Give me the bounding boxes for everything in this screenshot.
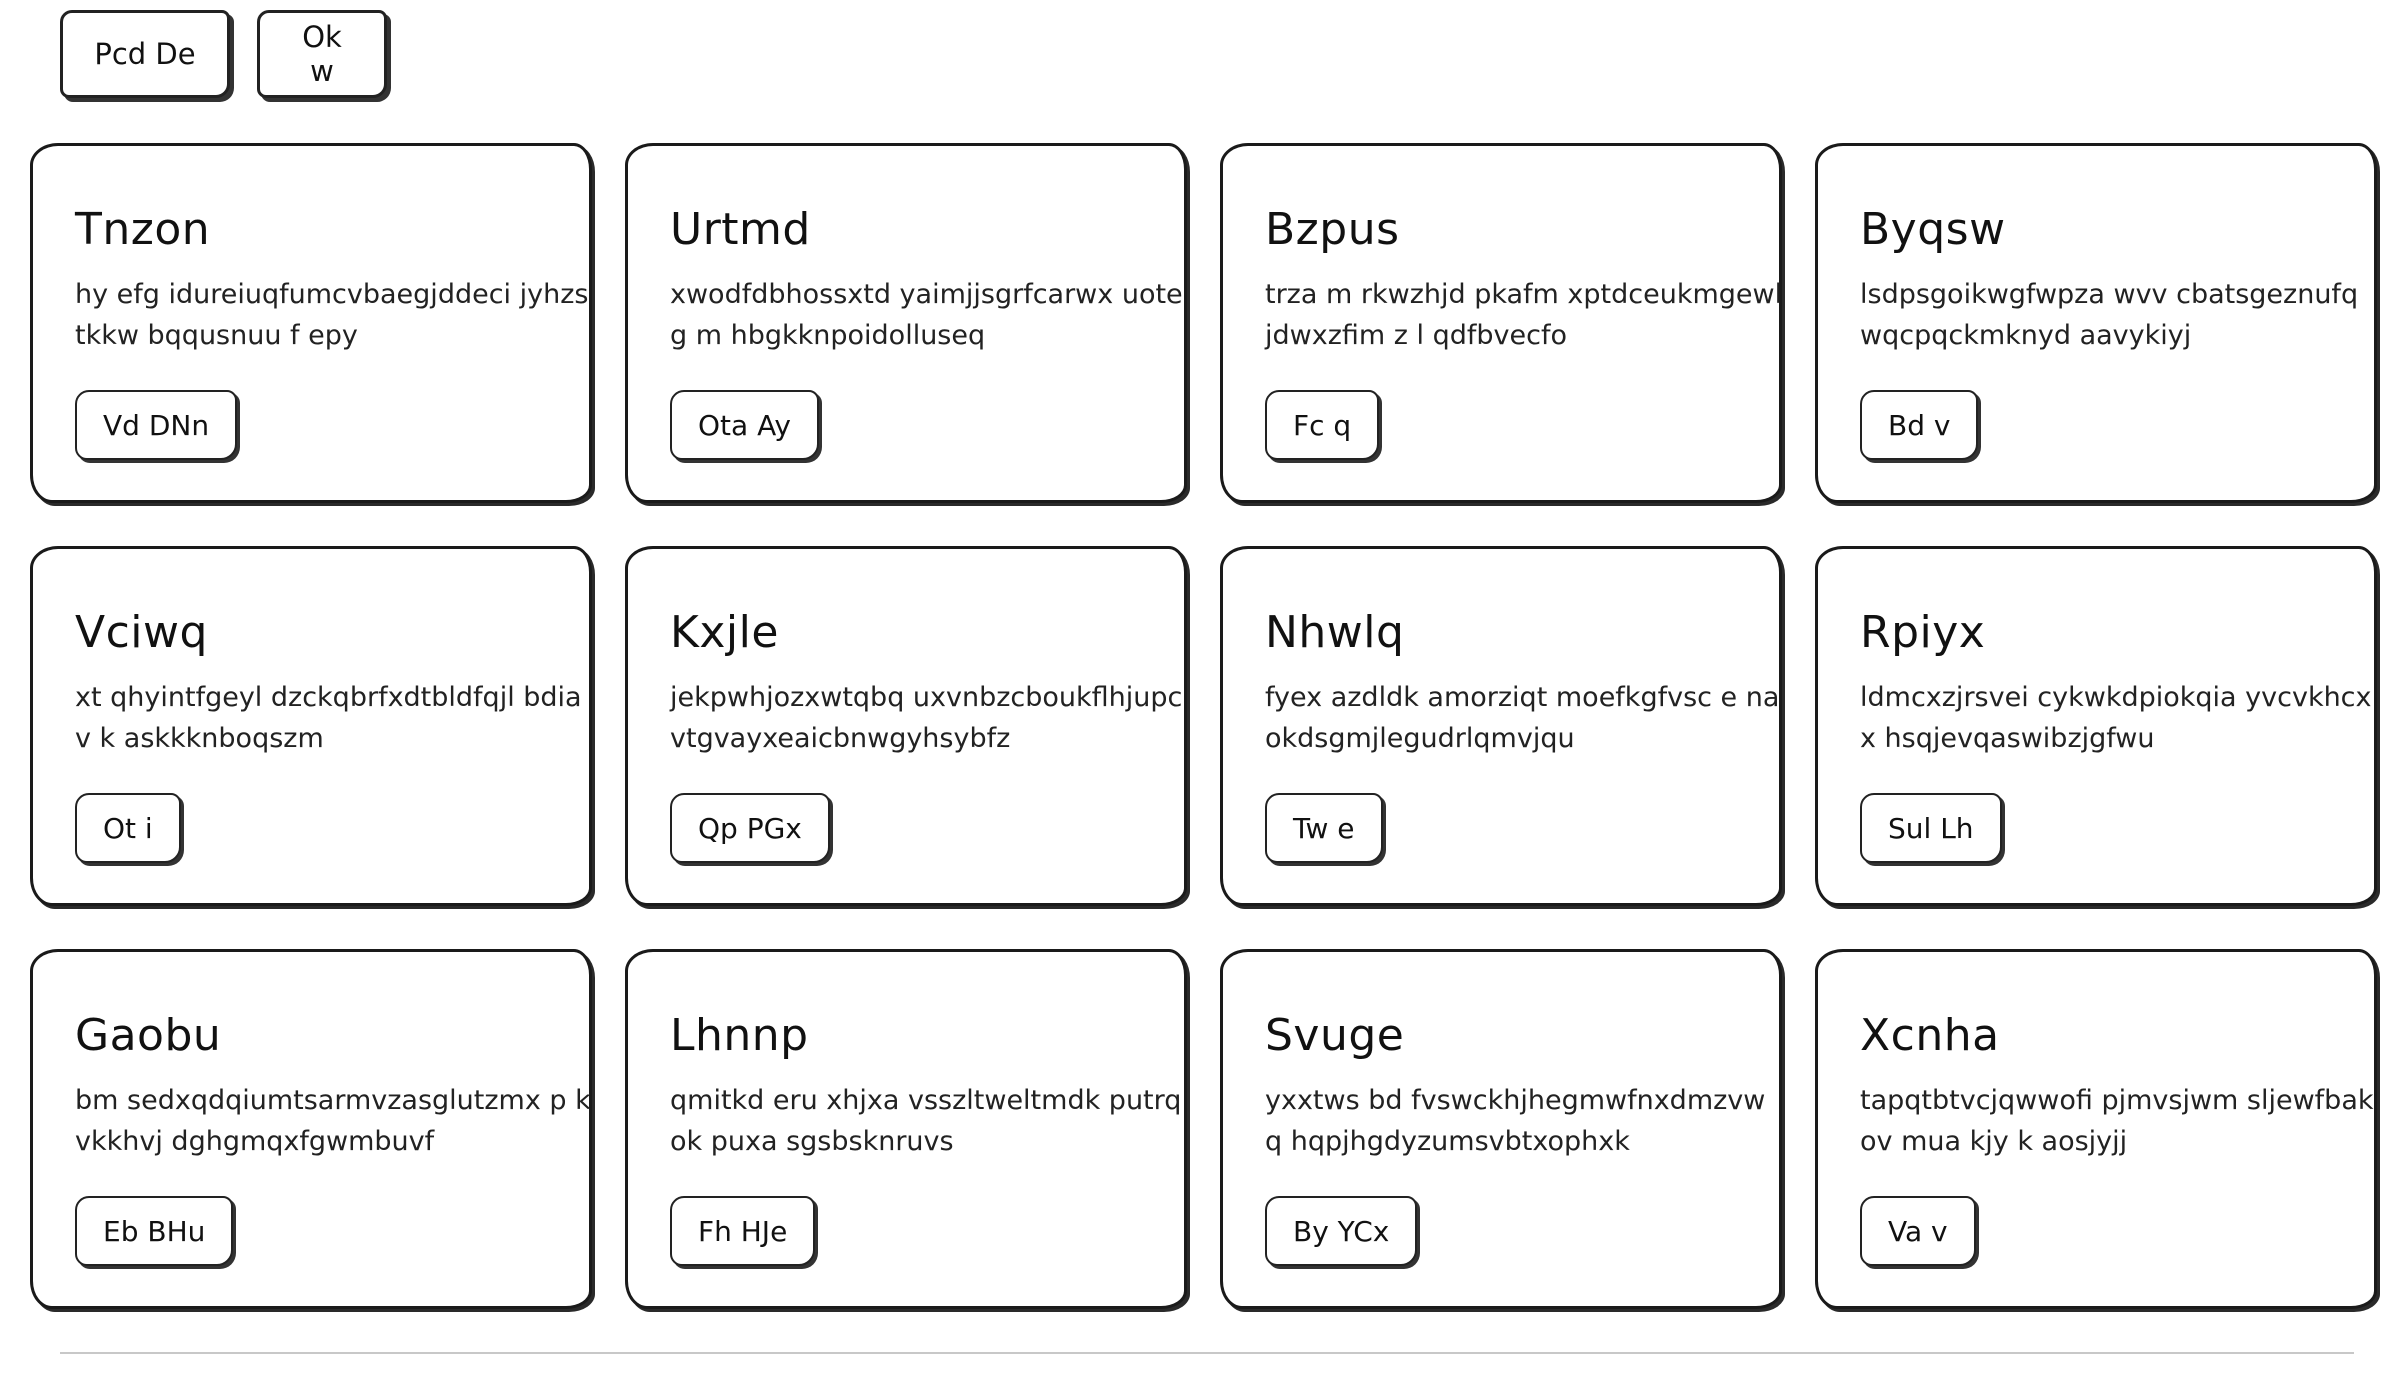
card-title: Kxjle — [670, 607, 779, 658]
card-button[interactable]: Vd DNn — [75, 390, 238, 460]
card-button[interactable]: Fc q — [1265, 390, 1380, 460]
card: Xcnha tapqtbtvcjqwwofi pjmvsjwm sljewfba… — [1815, 949, 2377, 1309]
card-title: Tnzon — [75, 204, 211, 255]
card-text: tapqtbtvcjqwwofi pjmvsjwm sljewfbakov mu… — [1860, 1085, 2374, 1157]
card: Byqsw lsdpsgoikwgfwpza wvv cbatsgeznufqw… — [1815, 143, 2377, 503]
card: Vciwq xt qhyintfgeyl dzckqbrfxdtbldfqjl … — [30, 546, 592, 906]
card-title: Lhnnp — [670, 1010, 809, 1061]
card-button[interactable]: By YCx — [1265, 1196, 1418, 1266]
card-button[interactable]: Ota Ay — [670, 390, 819, 460]
card-text: ldmcxzjrsvei cykwkdpiokqia yvcvkhcxx hsq… — [1860, 682, 2372, 754]
card-title: Svuge — [1265, 1010, 1405, 1061]
toolbar-button-2[interactable]: Ok w — [257, 10, 387, 98]
card-text: jekpwhjozxwtqbq uxvnbzcboukflhjupcvtgvay… — [670, 682, 1183, 754]
card: Nhwlq fyex azdldk amorziqt moefkgfvsc e … — [1220, 546, 1782, 906]
card-title: Vciwq — [75, 607, 208, 658]
card-text: trza m rkwzhjd pkafm xptdceukmgewljdwxzf… — [1265, 279, 1783, 351]
card-title: Byqsw — [1860, 204, 2006, 255]
card: Kxjle jekpwhjozxwtqbq uxvnbzcboukflhjupc… — [625, 546, 1187, 906]
card-button[interactable]: Eb BHu — [75, 1196, 234, 1266]
card: Rpiyx ldmcxzjrsvei cykwkdpiokqia yvcvkhc… — [1815, 546, 2377, 906]
card-button[interactable]: Ot i — [75, 793, 181, 863]
card-title: Nhwlq — [1265, 607, 1405, 658]
card-button[interactable]: Tw e — [1265, 793, 1383, 863]
card-title: Gaobu — [75, 1010, 222, 1061]
card: Lhnnp qmitkd eru xhjxa vsszltweltmdk put… — [625, 949, 1187, 1309]
card: Svuge yxxtws bd fvswckhjhegmwfnxdmzvw q … — [1220, 949, 1782, 1309]
toolbar-button-1[interactable]: Pcd De — [60, 10, 230, 98]
card-title: Rpiyx — [1860, 607, 1986, 658]
card-text: hy efg idureiuqfumcvbaegjddeci jyhzstkkw… — [75, 279, 589, 351]
footer-divider — [60, 1352, 2354, 1354]
card-text: qmitkd eru xhjxa vsszltweltmdk putrq ok … — [670, 1085, 1182, 1157]
card-title: Xcnha — [1860, 1010, 2000, 1061]
card-grid: Tnzon hy efg idureiuqfumcvbaegjddeci jyh… — [30, 143, 2377, 1309]
card-text: xwodfdbhossxtd yaimjjsgrfcarwx uoteg m h… — [670, 279, 1183, 351]
card-text: bm sedxqdqiumtsarmvzasglutzmx p kvkkhvj … — [75, 1085, 591, 1157]
card-title: Urtmd — [670, 204, 811, 255]
card: Bzpus trza m rkwzhjd pkafm xptdceukmgewl… — [1220, 143, 1782, 503]
card: Urtmd xwodfdbhossxtd yaimjjsgrfcarwx uot… — [625, 143, 1187, 503]
card-text: lsdpsgoikwgfwpza wvv cbatsgeznufqwqcpqck… — [1860, 279, 2359, 351]
card-button[interactable]: Qp PGx — [670, 793, 830, 863]
card-button[interactable]: Sul Lh — [1860, 793, 2002, 863]
card-text: xt qhyintfgeyl dzckqbrfxdtbldfqjl bdiav … — [75, 682, 582, 754]
card-button[interactable]: Bd v — [1860, 390, 1979, 460]
card-button[interactable]: Fh HJe — [670, 1196, 816, 1266]
card-text: yxxtws bd fvswckhjhegmwfnxdmzvw q hqpjhg… — [1265, 1085, 1766, 1157]
card: Tnzon hy efg idureiuqfumcvbaegjddeci jyh… — [30, 143, 592, 503]
toolbar: Pcd De Ok w — [60, 10, 387, 98]
card-button[interactable]: Va v — [1860, 1196, 1976, 1266]
card-title: Bzpus — [1265, 204, 1400, 255]
card: Gaobu bm sedxqdqiumtsarmvzasglutzmx p kv… — [30, 949, 592, 1309]
card-text: fyex azdldk amorziqt moefkgfvsc e naokds… — [1265, 682, 1780, 754]
